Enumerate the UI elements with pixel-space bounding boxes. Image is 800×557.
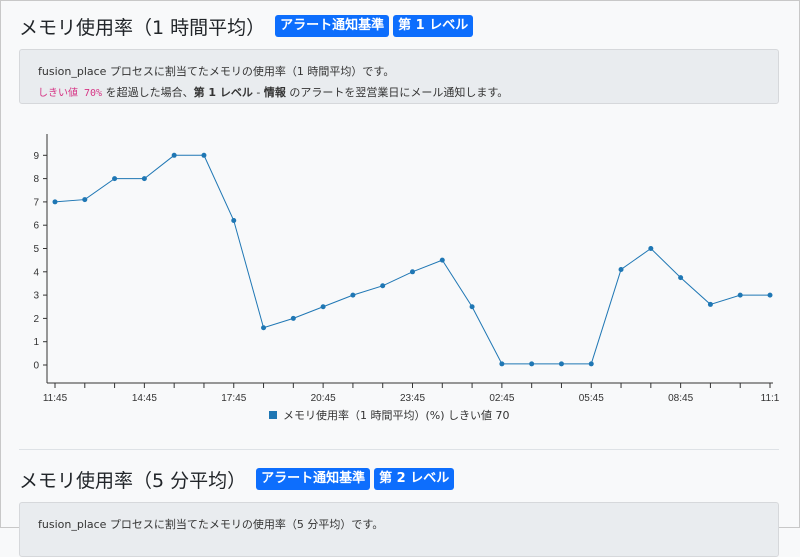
data-point — [439, 257, 445, 263]
data-point — [767, 292, 773, 298]
legend-label: メモリ使用率（1 時間平均）(%) しきい値 70 — [283, 408, 510, 422]
data-point — [201, 152, 207, 158]
info-box: fusion_place プロセスに割当てたメモリの使用率（5 分平均）です。 — [19, 502, 779, 557]
description-line: fusion_place プロセスに割当てたメモリの使用率（5 分平均）です。 — [38, 518, 384, 531]
x-tick-label: 02:45 — [489, 393, 514, 404]
y-tick-label: 0 — [33, 361, 39, 372]
data-point — [588, 361, 594, 367]
y-tick-label: 2 — [33, 314, 39, 325]
level-badge: 第 2 レベル — [374, 468, 455, 490]
data-point — [141, 176, 147, 182]
alert-criteria-badge: アラート通知基準 — [256, 468, 371, 490]
section-header: メモリ使用率（5 分平均） アラート通知基準 第 2 レベル — [19, 464, 779, 494]
data-point — [618, 266, 624, 272]
x-tick-label: 11:45 — [43, 393, 68, 404]
data-point — [469, 304, 475, 310]
data-point — [707, 301, 713, 307]
x-tick-label: 11:1 — [761, 393, 780, 404]
y-tick-label: 6 — [33, 221, 39, 232]
section-divider — [19, 449, 779, 450]
data-point — [410, 269, 415, 275]
x-tick-label: 20:45 — [311, 393, 336, 404]
data-point — [261, 325, 267, 331]
y-tick-label: 3 — [33, 291, 39, 302]
y-tick-label: 5 — [33, 244, 39, 255]
data-point — [678, 275, 684, 281]
y-tick-label: 8 — [33, 174, 39, 185]
data-point — [320, 304, 326, 310]
series-line — [54, 154, 770, 365]
memory-usage-chart: 0 1 2 3 4 5 6 7 8 9 11:45 14:45 17:45 20:45 23:45 02:45… — [33, 134, 780, 422]
data-point — [529, 361, 535, 367]
data-point — [380, 283, 386, 289]
data-point — [350, 292, 356, 298]
data-point — [82, 197, 88, 203]
data-point — [499, 361, 505, 367]
y-tick-label: 7 — [33, 197, 39, 208]
data-point — [290, 315, 296, 321]
section-title: メモリ使用率（5 分平均） — [19, 469, 247, 492]
data-point — [737, 292, 743, 298]
y-tick-label: 9 — [33, 151, 39, 162]
data-point — [52, 199, 58, 205]
data-point — [558, 361, 564, 367]
data-point — [648, 246, 654, 251]
x-tick-label: 05:45 — [579, 393, 604, 404]
data-point — [231, 218, 237, 224]
legend-swatch — [269, 411, 277, 419]
section-memory-5min: メモリ使用率（5 分平均） アラート通知基準 第 2 レベル fusion_pl… — [19, 464, 779, 557]
data-point — [171, 152, 177, 158]
x-tick-label: 17:45 — [221, 393, 246, 404]
x-tick-label: 14:45 — [132, 393, 157, 404]
y-tick-label: 4 — [33, 267, 39, 278]
x-tick-label: 08:45 — [668, 393, 693, 404]
y-tick-label: 1 — [33, 337, 39, 348]
data-point — [112, 176, 118, 182]
x-tick-label: 23:45 — [400, 393, 425, 404]
